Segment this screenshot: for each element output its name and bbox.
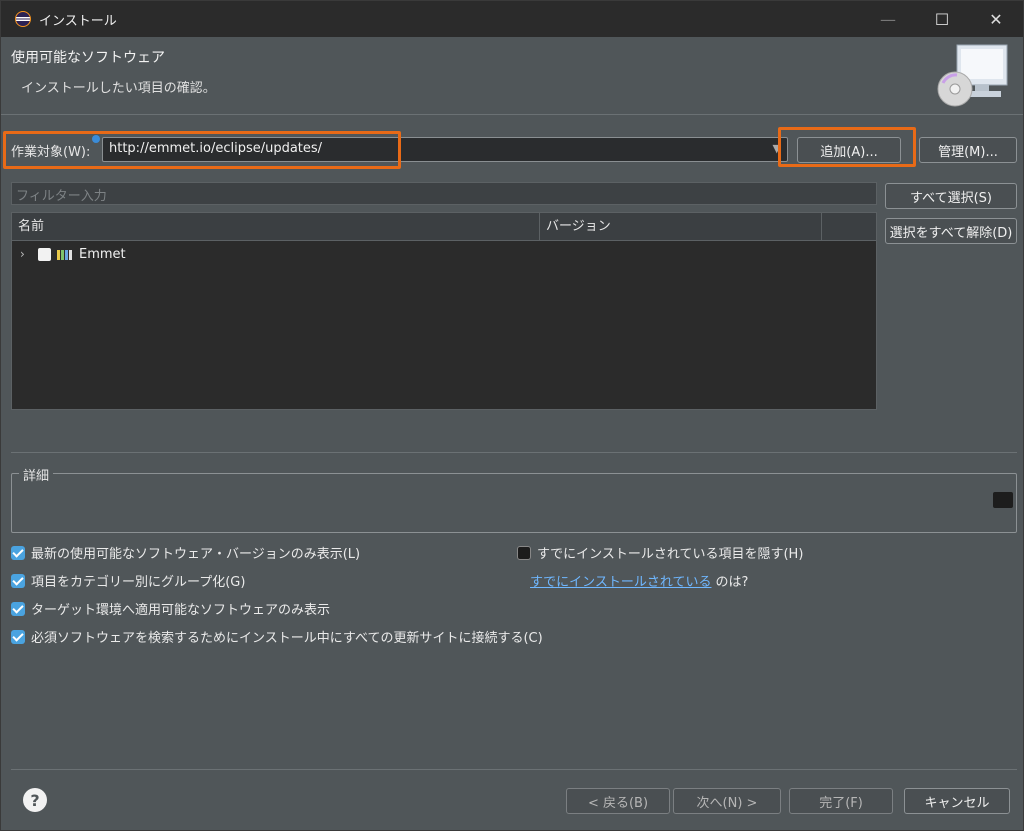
details-panel — [11, 473, 1017, 533]
group-by-category-option[interactable]: 項目をカテゴリー別にグループ化(G) — [11, 571, 245, 590]
option-label: 最新の使用可能なソフトウェア・バージョンのみ表示(L) — [31, 547, 361, 562]
details-title: 詳細 — [19, 465, 54, 484]
chevron-right-icon[interactable]: › — [20, 247, 30, 261]
window-title: インストール — [39, 13, 117, 29]
help-icon[interactable]: ? — [23, 788, 47, 812]
checkbox-checked[interactable] — [11, 629, 25, 644]
eclipse-icon — [15, 11, 31, 27]
already-installed-text: すでにインストールされている のは? — [530, 571, 748, 590]
column-name[interactable]: 名前 — [12, 213, 540, 241]
install-dialog: インストール — ☐ ✕ 使用可能なソフトウェア インストールしたい項目の確認。… — [0, 0, 1024, 831]
maximize-icon[interactable]: ☐ — [919, 1, 965, 37]
minimize-icon[interactable]: — — [865, 1, 911, 37]
option-label: ターゲット環境へ適用可能なソフトウェアのみ表示 — [31, 603, 331, 618]
close-icon[interactable]: ✕ — [973, 1, 1019, 37]
checkbox-checked[interactable] — [11, 545, 25, 560]
title-bar: インストール — ☐ ✕ — [1, 1, 1023, 37]
option-label: すでにインストールされている項目を隠す(H) — [537, 547, 804, 562]
option-label: 必須ソフトウェアを検索するためにインストール中にすべての更新サイトに接続する(C… — [31, 631, 543, 646]
deselect-all-button[interactable]: 選択をすべて解除(D) — [885, 218, 1017, 244]
table-header: 名前 バージョン — [12, 213, 876, 241]
url-highlight-box — [3, 131, 401, 169]
select-all-button[interactable]: すべて選択(S) — [885, 183, 1017, 209]
page-description: インストールしたい項目の確認。 — [21, 81, 216, 96]
finish-button[interactable]: 完了(F) — [789, 788, 893, 814]
show-latest-option[interactable]: 最新の使用可能なソフトウェア・バージョンのみ表示(L) — [11, 543, 360, 562]
checkbox-checked[interactable] — [11, 573, 25, 588]
wizard-header: 使用可能なソフトウェア インストールしたい項目の確認。 — [1, 37, 1023, 115]
hide-installed-option[interactable]: すでにインストールされている項目を隠す(H) — [517, 543, 803, 562]
install-banner-icon — [937, 44, 1008, 107]
feature-category-icon — [57, 248, 73, 260]
manage-sites-button[interactable]: 管理(M)... — [919, 137, 1017, 163]
add-highlight-box — [778, 127, 916, 167]
filter-input[interactable]: フィルター入力 — [11, 182, 877, 205]
software-table: 名前 バージョン › Emmet — [11, 212, 877, 410]
checkbox-unchecked[interactable] — [517, 545, 531, 560]
already-installed-link[interactable]: すでにインストールされている — [530, 571, 711, 590]
contact-all-sites-option[interactable]: 必須ソフトウェアを検索するためにインストール中にすべての更新サイトに接続する(C… — [11, 627, 543, 646]
option-label: 項目をカテゴリー別にグループ化(G) — [31, 575, 246, 590]
cancel-button[interactable]: キャンセル — [904, 788, 1010, 814]
checkbox-checked[interactable] — [11, 601, 25, 616]
row-checkbox[interactable] — [38, 247, 51, 261]
already-installed-suffix: のは? — [715, 575, 749, 590]
table-row[interactable]: › Emmet — [12, 243, 876, 265]
row-name: Emmet — [79, 246, 126, 262]
divider — [11, 452, 1017, 453]
target-env-option[interactable]: ターゲット環境へ適用可能なソフトウェアのみ表示 — [11, 599, 330, 618]
footer-divider — [11, 769, 1017, 770]
back-button[interactable]: < 戻る(B) — [566, 788, 670, 814]
column-version[interactable]: バージョン — [540, 213, 822, 241]
details-toggle-icon[interactable] — [993, 492, 1013, 508]
page-title: 使用可能なソフトウェア — [11, 50, 165, 66]
next-button[interactable]: 次へ(N) > — [673, 788, 781, 814]
